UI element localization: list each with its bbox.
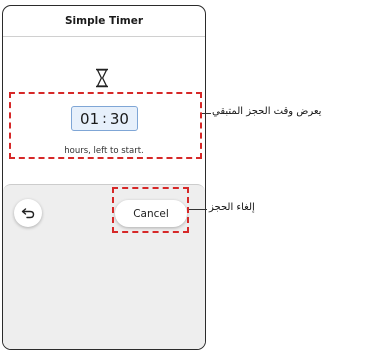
page-title: Simple Timer <box>65 15 143 27</box>
cancel-button-highlight <box>112 187 189 233</box>
remaining-time-leader-line <box>202 113 211 114</box>
cancel-leader-line <box>189 209 207 210</box>
back-button[interactable] <box>14 199 42 227</box>
remaining-time-callout: يعرض وقت الحجز المتبقي <box>212 106 322 117</box>
phone-screen: Simple Timer 01 : 30 hours, left to star… <box>2 5 206 350</box>
remaining-time-highlight <box>9 92 202 159</box>
back-arrow-icon <box>21 208 35 219</box>
hourglass-icon <box>96 68 108 88</box>
cancel-booking-callout: إلغاء الحجز <box>209 202 255 213</box>
app-header: Simple Timer <box>3 6 205 37</box>
